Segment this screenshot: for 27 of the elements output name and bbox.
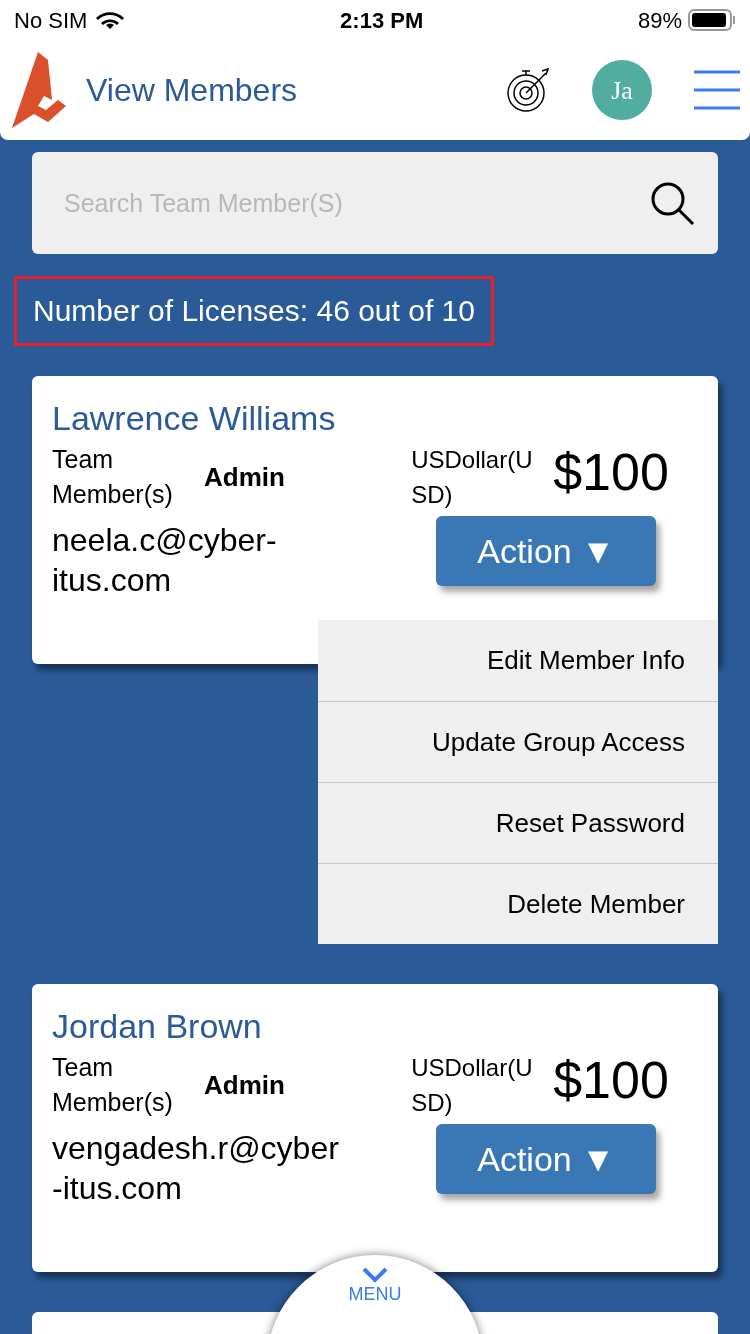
battery-icon — [688, 9, 736, 31]
member-name: Jordan Brown — [52, 1006, 263, 1046]
member-email: vengadesh.r@cyber-itus.com — [52, 1129, 340, 1208]
currency: USDollar(USD) — [411, 445, 534, 510]
menu-item[interactable]: Reset Password — [318, 782, 718, 863]
wifi-icon — [95, 9, 126, 31]
action-button[interactable]: Action ▼ — [436, 516, 656, 586]
role-label: Team Member(s) — [52, 1052, 174, 1118]
action-button[interactable]: Action ▼ — [436, 1124, 656, 1194]
role: Admin — [204, 460, 285, 494]
role-label: Team Member(s) — [52, 444, 174, 510]
battery-percent: 89% — [637, 6, 682, 35]
chevron-down-icon — [362, 1267, 388, 1283]
menu-item[interactable]: Edit Member Info — [318, 620, 718, 701]
license-count: Number of Licenses: 46 out of 10 — [14, 276, 494, 346]
menu-icon[interactable] — [694, 68, 740, 112]
clock: 2:13 PM — [340, 6, 424, 35]
amount: $100 — [553, 1050, 669, 1110]
menu-item[interactable]: Update Group Access — [318, 701, 718, 782]
member-email: neela.c@cyber-itus.com — [52, 521, 278, 600]
currency: USDollar(USD) — [411, 1053, 534, 1118]
carrier: No SIM — [14, 6, 88, 35]
member-name: Lawrence Williams — [52, 398, 337, 438]
amount: $100 — [553, 442, 669, 502]
page-title: View Members — [86, 71, 298, 110]
menu-item[interactable]: Delete Member — [318, 863, 718, 944]
role: Admin — [204, 1068, 285, 1102]
